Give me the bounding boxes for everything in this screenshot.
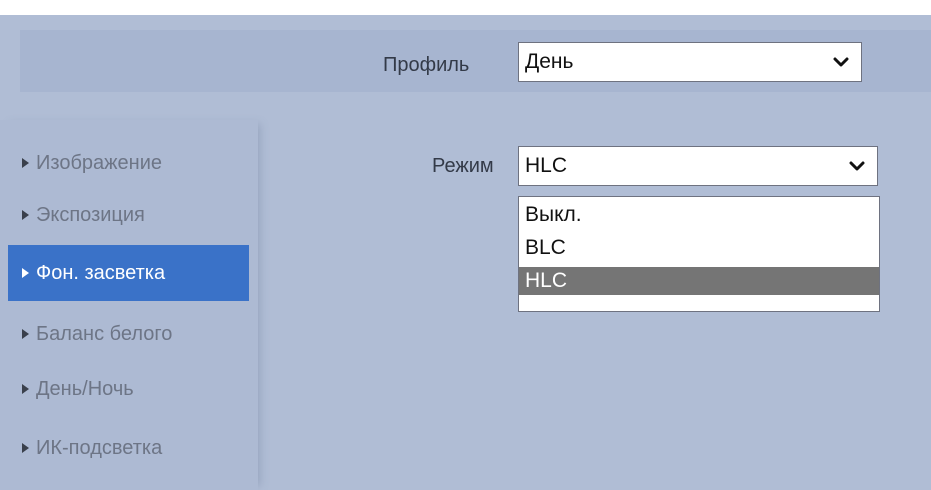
page: Профиль День Изображение Экспозиция Фон.…: [0, 0, 931, 490]
mode-select-value: HLC: [525, 154, 568, 177]
sidebar: Изображение Экспозиция Фон. засветка Бал…: [0, 120, 258, 490]
triangle-right-icon: [22, 443, 29, 453]
mode-option-hlc[interactable]: HLC: [519, 267, 879, 295]
sidebar-item-label: ИК-подсветка: [36, 437, 163, 459]
triangle-right-icon: [22, 268, 29, 278]
profile-label: Профиль: [383, 54, 470, 76]
sidebar-item-label: Баланс белого: [36, 323, 173, 345]
sidebar-item-label: День/Ночь: [36, 378, 134, 400]
sidebar-item-label: Изображение: [36, 152, 162, 174]
triangle-right-icon: [22, 329, 29, 339]
triangle-right-icon: [22, 158, 29, 168]
sidebar-item-exposure[interactable]: Экспозиция: [8, 187, 249, 243]
sidebar-item-white-balance[interactable]: Баланс белого: [8, 306, 249, 362]
mode-option-blc[interactable]: BLC: [519, 234, 879, 262]
sidebar-item-ir-light[interactable]: ИК-подсветка: [8, 420, 249, 476]
profile-select[interactable]: День: [518, 42, 862, 82]
sidebar-item-label: Фон. засветка: [36, 262, 166, 284]
sidebar-item-day-night[interactable]: День/Ночь: [8, 361, 249, 417]
triangle-right-icon: [22, 384, 29, 394]
triangle-right-icon: [22, 210, 29, 220]
chevron-down-icon: [833, 57, 849, 67]
profile-select-value: День: [525, 50, 574, 73]
mode-select[interactable]: HLC: [518, 146, 878, 186]
sidebar-item-label: Экспозиция: [36, 204, 145, 226]
chevron-down-icon: [849, 161, 865, 171]
sidebar-item-image[interactable]: Изображение: [8, 135, 249, 191]
mode-dropdown-list: Выкл. BLC HLC: [518, 196, 880, 312]
mode-option-off[interactable]: Выкл.: [519, 201, 879, 229]
mode-label: Режим: [432, 155, 494, 177]
sidebar-item-backlight[interactable]: Фон. засветка: [8, 245, 249, 301]
